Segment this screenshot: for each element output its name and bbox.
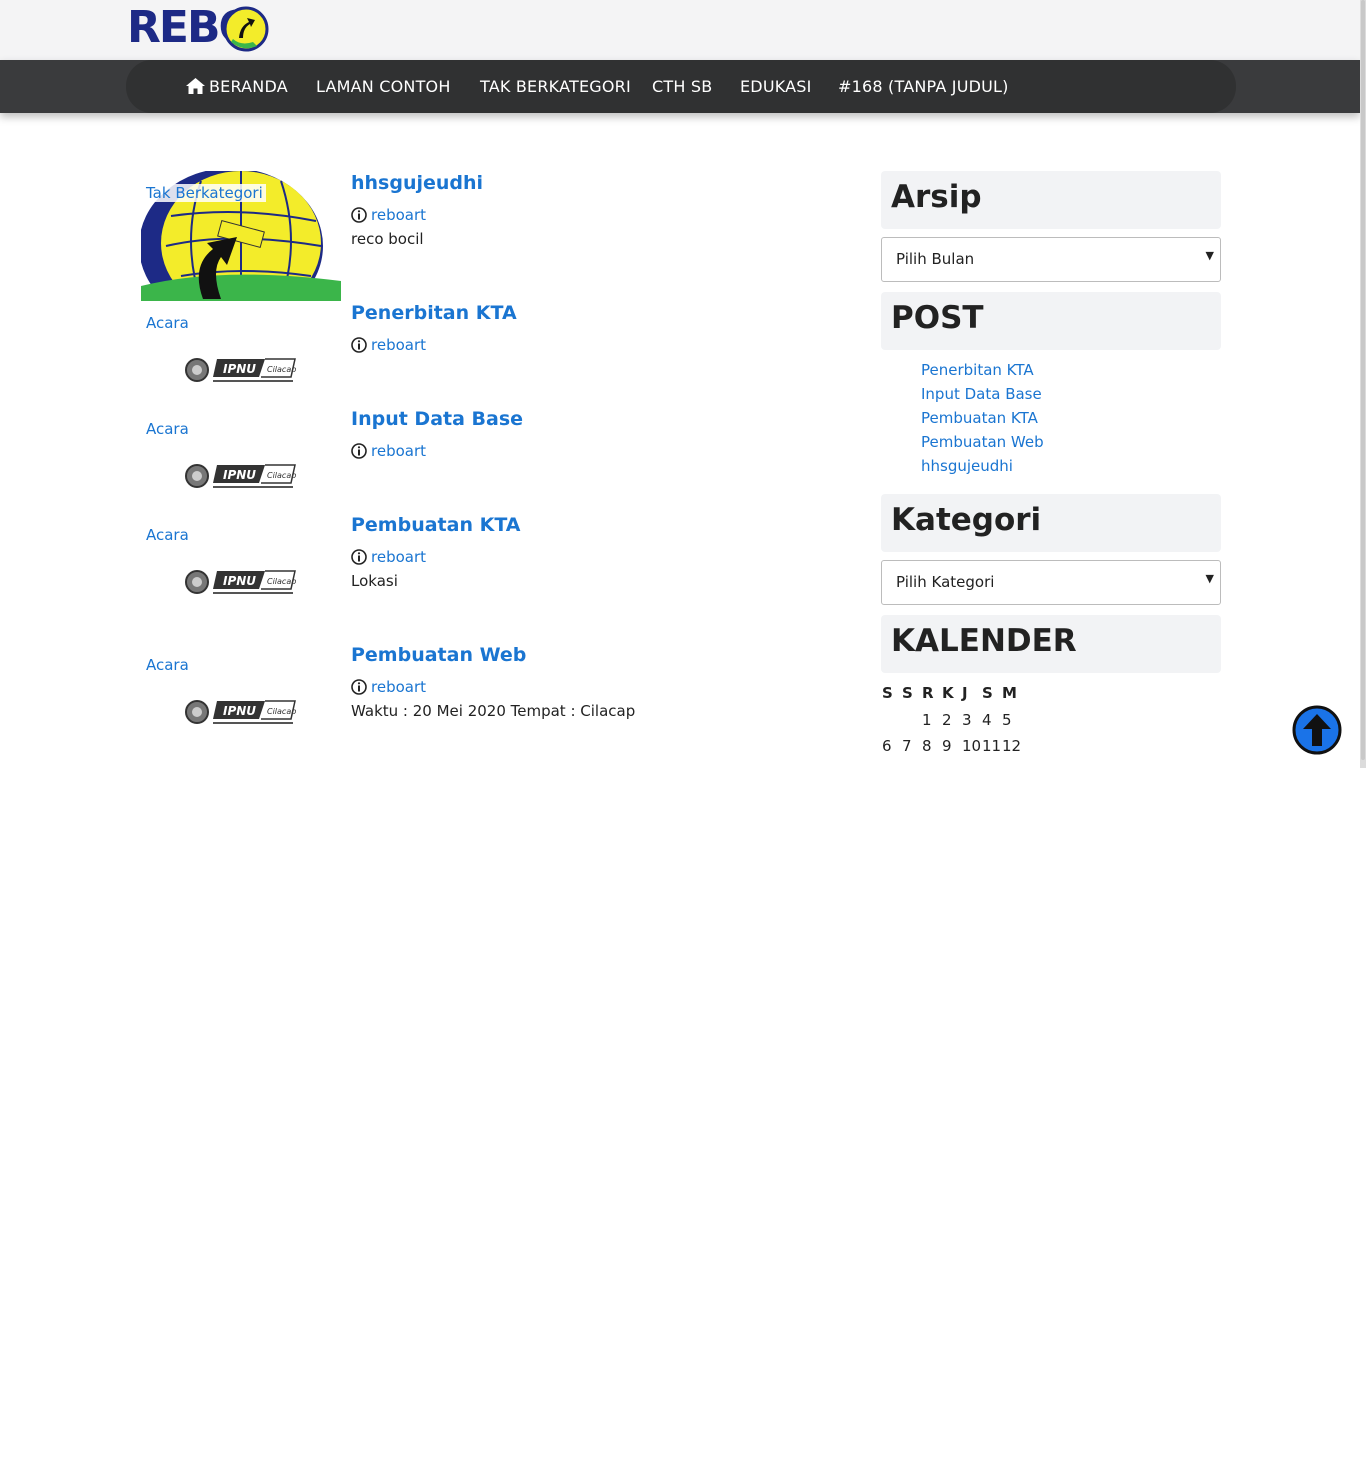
globe-icon xyxy=(223,6,269,52)
calendar-day: 2 xyxy=(942,711,952,729)
nav-item-edukasi[interactable]: EDUKASI xyxy=(740,60,812,113)
calendar-day: 8 xyxy=(922,737,932,755)
post-author-name: reboart xyxy=(371,548,427,566)
calendar-day-header: S xyxy=(982,684,993,702)
post-title-link[interactable]: Input Data Base xyxy=(351,408,523,430)
nav-item-cth-sb[interactable]: CTH SB xyxy=(652,60,712,113)
main-navbar: BERANDA LAMAN CONTOH TAK BERKATEGORI CTH… xyxy=(0,60,1360,113)
recent-post-link[interactable]: Pembuatan Web xyxy=(921,433,1044,451)
calendar-day: 7 xyxy=(902,737,912,755)
svg-text:IPNU: IPNU xyxy=(223,468,256,482)
calendar-day: 10 xyxy=(962,737,982,755)
site-logo[interactable]: REBO xyxy=(127,4,277,52)
info-circle-icon xyxy=(351,207,367,223)
info-circle-icon xyxy=(351,337,367,353)
svg-text:IPNU: IPNU xyxy=(223,362,256,376)
post-title-link[interactable]: Pembuatan KTA xyxy=(351,514,521,536)
post-author-name: reboart xyxy=(371,678,427,696)
post-excerpt: Lokasi xyxy=(351,572,398,590)
archive-month-select[interactable]: Pilih Bulan ▼ xyxy=(881,237,1221,282)
widget-title-text: Kategori xyxy=(891,502,1042,538)
scrollbar-thumb[interactable] xyxy=(1361,0,1365,760)
svg-text:Cilacap: Cilacap xyxy=(267,471,296,480)
ipnu-logo[interactable]: IPNU Cilacap xyxy=(185,355,297,385)
info-circle-icon xyxy=(351,443,367,459)
post-category-link[interactable]: Tak Berkategori xyxy=(146,184,266,202)
nav-item-laman-contoh[interactable]: LAMAN CONTOH xyxy=(316,60,451,113)
nav-item-tak-berkategori[interactable]: TAK BERKATEGORI xyxy=(480,60,631,113)
recent-post-link[interactable]: Penerbitan KTA xyxy=(921,361,1034,379)
chevron-down-icon: ▼ xyxy=(1205,572,1214,585)
post-category-link[interactable]: Acara xyxy=(146,656,192,674)
recent-post-link[interactable]: Input Data Base xyxy=(921,385,1042,403)
categories-widget-title: Kategori xyxy=(881,494,1221,552)
calendar-day-header: S xyxy=(902,684,913,702)
calendar-day: 11 xyxy=(982,737,1002,755)
site-header: REBO xyxy=(0,0,1360,60)
svg-text:IPNU: IPNU xyxy=(223,574,256,588)
ipnu-logo[interactable]: IPNU Cilacap xyxy=(185,461,297,491)
widget-title-text: KALENDER xyxy=(891,623,1077,659)
nav-item-label: BERANDA xyxy=(209,77,288,96)
nav-item-tanpa-judul[interactable]: #168 (TANPA JUDUL) xyxy=(838,60,1009,113)
svg-text:IPNU: IPNU xyxy=(223,704,256,718)
archive-widget-title: Arsip xyxy=(881,171,1221,229)
calendar-day-header: M xyxy=(1002,684,1017,702)
widget-title-text: POST xyxy=(891,300,984,336)
svg-text:Cilacap: Cilacap xyxy=(267,707,296,716)
svg-text:Cilacap: Cilacap xyxy=(267,365,296,374)
chevron-down-icon: ▼ xyxy=(1205,249,1214,262)
post-category-link[interactable]: Acara xyxy=(146,314,192,332)
calendar-day-header: S xyxy=(882,684,893,702)
svg-text:Cilacap: Cilacap xyxy=(267,577,296,586)
arrow-up-circle-icon[interactable] xyxy=(1292,705,1342,755)
ipnu-logo[interactable]: IPNU Cilacap xyxy=(185,567,297,597)
calendar-day: 6 xyxy=(882,737,892,755)
calendar-widget-title: KALENDER xyxy=(881,615,1221,673)
post-author-name: reboart xyxy=(371,206,427,224)
post-title-link[interactable]: hhsgujeudhi xyxy=(351,172,483,194)
post-author[interactable]: reboart xyxy=(351,336,426,354)
post-title-link[interactable]: Penerbitan KTA xyxy=(351,302,517,324)
calendar-day: 5 xyxy=(1002,711,1012,729)
post-author[interactable]: reboart xyxy=(351,678,426,696)
post-author[interactable]: reboart xyxy=(351,206,426,224)
post-category-link[interactable]: Acara xyxy=(146,526,192,544)
post-excerpt: reco bocil xyxy=(351,230,424,248)
post-excerpt: Waktu : 20 Mei 2020 Tempat : Cilacap xyxy=(351,702,636,720)
post-author[interactable]: reboart xyxy=(351,442,426,460)
calendar-day-header: K xyxy=(942,684,954,702)
recent-post-link[interactable]: hhsgujeudhi xyxy=(921,457,1013,475)
post-category-link[interactable]: Acara xyxy=(146,420,192,438)
recent-posts-widget-title: POST xyxy=(881,292,1221,350)
calendar-day: 3 xyxy=(962,711,972,729)
widget-title-text: Arsip xyxy=(891,179,982,215)
select-value: Pilih Kategori xyxy=(896,573,995,591)
nav-item-beranda[interactable]: BERANDA xyxy=(186,60,288,113)
ipnu-logo[interactable]: IPNU Cilacap xyxy=(185,697,297,727)
calendar-day: 9 xyxy=(942,737,952,755)
home-icon xyxy=(186,78,205,94)
post-author-name: reboart xyxy=(371,442,427,460)
calendar-day-header: R xyxy=(922,684,934,702)
calendar-day: 4 xyxy=(982,711,992,729)
calendar-day-header: J xyxy=(962,684,968,702)
recent-post-link[interactable]: Pembuatan KTA xyxy=(921,409,1038,427)
select-value: Pilih Bulan xyxy=(896,250,975,268)
category-select[interactable]: Pilih Kategori ▼ xyxy=(881,560,1221,605)
info-circle-icon xyxy=(351,549,367,565)
post-title-link[interactable]: Pembuatan Web xyxy=(351,644,526,666)
calendar-day: 12 xyxy=(1002,737,1022,755)
post-author-name: reboart xyxy=(371,336,427,354)
info-circle-icon xyxy=(351,679,367,695)
calendar-day: 1 xyxy=(922,711,932,729)
post-author[interactable]: reboart xyxy=(351,548,426,566)
